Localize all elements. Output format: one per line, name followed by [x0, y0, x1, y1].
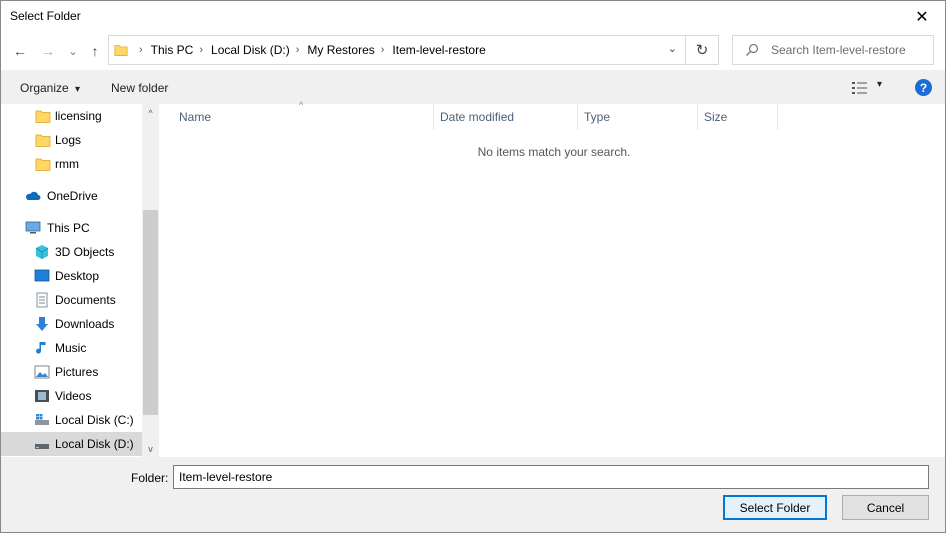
desktop-icon [34, 269, 50, 282]
scrollbar-thumb[interactable] [143, 210, 158, 415]
cancel-button[interactable]: Cancel [842, 495, 929, 520]
navigation-scrollbar[interactable]: ^ v [142, 104, 159, 457]
up-arrow-icon[interactable]: ↑ [86, 42, 104, 60]
sidebar-item-label: 3D Objects [55, 245, 115, 259]
sidebar-item-label: OneDrive [47, 189, 98, 203]
breadcrumb-this-pc[interactable]: This PC [151, 43, 194, 57]
onedrive-icon [26, 191, 41, 200]
address-bar[interactable]: › This PC › Local Disk (D:) › My Restore… [108, 35, 686, 65]
refresh-icon[interactable]: ↻ [686, 35, 719, 65]
3d-objects-icon [35, 245, 49, 259]
column-header-type[interactable]: Type [584, 104, 697, 130]
view-options-icon[interactable] [852, 81, 868, 95]
column-divider[interactable] [433, 104, 434, 130]
empty-message: No items match your search. [477, 145, 631, 159]
search-box[interactable] [732, 35, 934, 65]
breadcrumb-separator: › [139, 44, 143, 56]
breadcrumb-separator[interactable]: › [381, 44, 385, 56]
sidebar-item-videos[interactable]: Videos [1, 384, 142, 408]
column-header-size[interactable]: Size [704, 104, 777, 130]
this-pc-icon [25, 221, 41, 234]
recent-locations-icon[interactable]: ⌄ [64, 42, 82, 60]
documents-icon [36, 292, 48, 308]
breadcrumb-local-disk-d[interactable]: Local Disk (D:) [211, 43, 290, 57]
drive-icon [35, 444, 49, 449]
breadcrumb-my-restores[interactable]: My Restores [307, 43, 374, 57]
scroll-down-icon[interactable]: v [142, 440, 159, 457]
sidebar-item-label: rmm [55, 157, 79, 171]
sidebar-item-label: licensing [55, 109, 102, 123]
folder-icon [35, 110, 51, 123]
back-arrow-icon[interactable]: ← [11, 42, 29, 60]
breadcrumb-item-level-restore[interactable]: Item-level-restore [392, 43, 485, 57]
sidebar-item-local-disk-d[interactable]: Local Disk (D:) [1, 432, 142, 456]
window-title: Select Folder [10, 9, 81, 23]
search-input[interactable] [771, 42, 931, 58]
column-header-label: Date modified [440, 110, 515, 124]
column-header-label: Size [704, 110, 728, 124]
videos-icon [35, 390, 49, 402]
sidebar-item-music[interactable]: Music [1, 336, 142, 360]
sidebar-item-label: Videos [55, 389, 92, 403]
dialog-body: ← → ⌄ ↑ › This PC › Local Disk (D:) › My… [0, 32, 946, 533]
breadcrumb-separator[interactable]: › [199, 44, 203, 56]
organize-button[interactable]: Organize ▾ [20, 81, 80, 95]
sidebar-item-label: Local Disk (D:) [55, 437, 134, 451]
sidebar-item-label: Music [55, 341, 87, 355]
sidebar-item-local-disk-c[interactable]: Local Disk (C:) [1, 408, 142, 432]
sidebar-item-label: Logs [55, 133, 82, 147]
folder-name-input[interactable] [173, 465, 929, 489]
sidebar-item-onedrive[interactable]: OneDrive [1, 184, 142, 208]
command-toolbar: Organize ▾ New folder ▾ ? [1, 70, 945, 104]
music-icon [36, 342, 46, 354]
column-header-name[interactable]: Name [179, 104, 433, 130]
windows-drive-icon [35, 414, 49, 425]
address-dropdown-icon[interactable]: ⌄ [668, 42, 677, 55]
sidebar-item-label: Desktop [55, 269, 100, 283]
breadcrumb: › This PC › Local Disk (D:) › My Restore… [133, 36, 486, 64]
column-header-date-modified[interactable]: Date modified [440, 104, 577, 130]
navigation-bar: ← → ⌄ ↑ › This PC › Local Disk (D:) › My… [1, 32, 945, 70]
sidebar-item-documents[interactable]: Documents [1, 288, 142, 312]
search-icon [746, 43, 759, 56]
column-divider[interactable] [577, 104, 578, 130]
pictures-icon [34, 365, 50, 379]
scroll-up-icon[interactable]: ^ [142, 104, 159, 121]
column-header-label: Name [179, 110, 212, 124]
organize-label: Organize [20, 81, 69, 95]
column-divider[interactable] [777, 104, 778, 130]
close-icon[interactable]: ✕ [899, 1, 945, 32]
view-dropdown-icon[interactable]: ▾ [877, 79, 882, 90]
sidebar-item-downloads[interactable]: Downloads [1, 312, 142, 336]
sidebar-item-3d-objects[interactable]: 3D Objects [1, 240, 142, 264]
folder-icon [114, 45, 128, 57]
column-header-label: Type [584, 110, 611, 124]
sidebar-item-logs[interactable]: Logs [1, 128, 142, 152]
chevron-down-icon: ▾ [75, 84, 81, 95]
breadcrumb-separator[interactable]: › [296, 44, 300, 56]
navigation-pane[interactable]: licensing Logs rmm OneDrive This PC 3D O… [1, 104, 159, 457]
sidebar-item-label: Downloads [55, 317, 115, 331]
sidebar-item-label: Documents [55, 293, 116, 307]
folder-icon [35, 134, 51, 147]
select-folder-button[interactable]: Select Folder [723, 495, 827, 520]
sidebar-item-label: Pictures [55, 365, 99, 379]
sidebar-item-pictures[interactable]: Pictures [1, 360, 142, 384]
sidebar-item-this-pc[interactable]: This PC [1, 216, 142, 240]
help-icon[interactable]: ? [915, 79, 932, 96]
sidebar-item-desktop[interactable]: Desktop [1, 264, 142, 288]
folder-label: Folder: [131, 471, 169, 485]
footer-panel: Folder: Select Folder Cancel [1, 457, 945, 532]
title-bar: Select Folder ✕ [0, 0, 946, 32]
column-divider[interactable] [697, 104, 698, 130]
sidebar-item-label: Local Disk (C:) [55, 413, 134, 427]
new-folder-button[interactable]: New folder [111, 81, 168, 95]
sidebar-item-rmm[interactable]: rmm [1, 152, 142, 176]
downloads-icon [36, 317, 48, 331]
sidebar-item-licensing[interactable]: licensing [1, 104, 142, 128]
sidebar-item-label: This PC [47, 221, 90, 235]
folder-icon [35, 158, 51, 171]
forward-arrow-icon[interactable]: → [39, 42, 57, 60]
file-list[interactable]: ^ Name Date modified Type Size No items … [159, 100, 945, 457]
